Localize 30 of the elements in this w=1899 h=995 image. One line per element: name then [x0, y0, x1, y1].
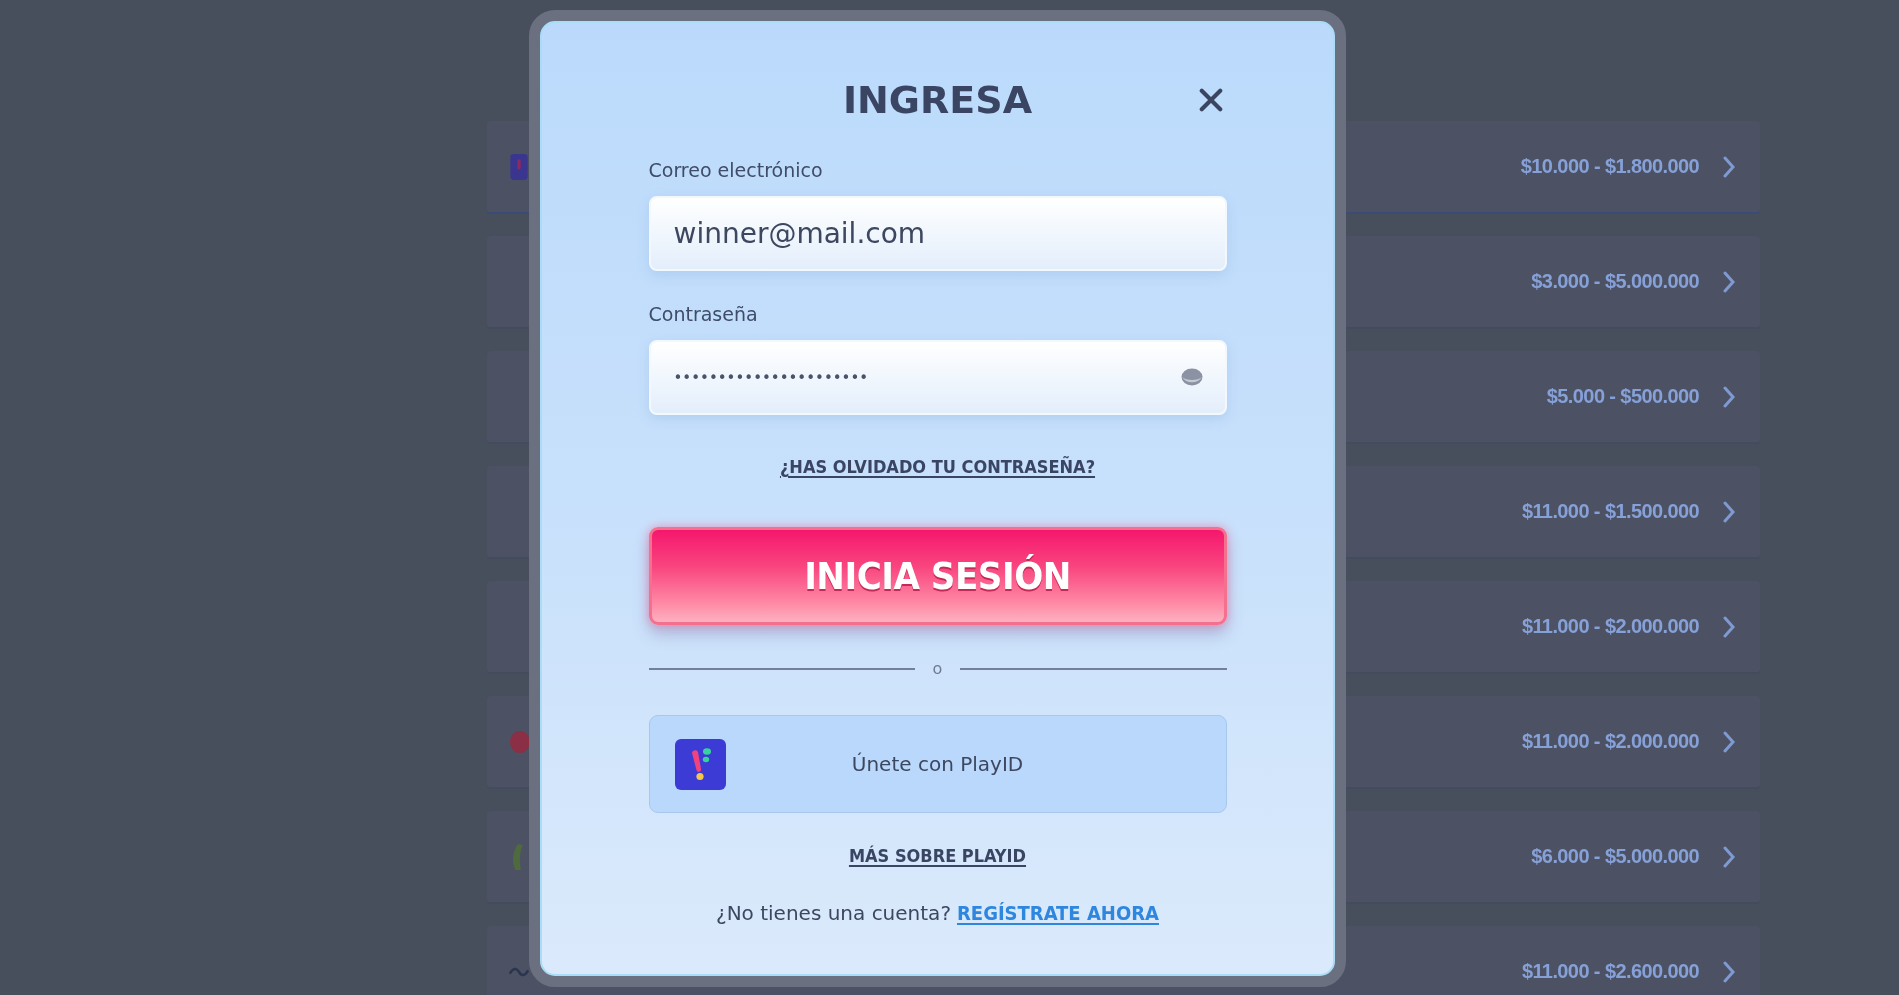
price-range: $11.000 - $2.000.000: [1521, 615, 1699, 638]
password-field[interactable]: ••••••••••••••••••••••: [648, 340, 1227, 415]
logo-tile-icon: [509, 153, 529, 180]
price-range: $10.000 - $1.800.000: [1520, 155, 1699, 178]
dialog-title: INGRESA: [842, 77, 1033, 124]
price-range: $11.000 - $2.600.000: [1521, 960, 1699, 983]
chevron-right-icon: [1723, 385, 1735, 408]
separator-text: o: [932, 659, 943, 679]
chevron-right-icon: [1723, 960, 1735, 983]
eye-icon[interactable]: [1180, 368, 1203, 386]
chevron-right-icon: [1723, 730, 1735, 753]
password-label: Contraseña: [648, 302, 759, 326]
price-range: $6.000 - $5.000.000: [1531, 845, 1699, 868]
price-range: $11.000 - $2.000.000: [1521, 730, 1699, 753]
email-label: Correo electrónico: [648, 158, 824, 182]
price-range: $11.000 - $1.500.000: [1521, 500, 1699, 523]
exclamation-logo-icon: [674, 738, 726, 790]
signup-prompt: ¿No tienes una cuenta?: [716, 900, 951, 926]
forgot-password-link[interactable]: ¿HAS OLVIDADO TU CONTRASEÑA?: [779, 454, 1096, 480]
email-field[interactable]: winner@mail.com: [648, 196, 1227, 271]
chevron-right-icon: [1723, 845, 1735, 868]
playid-button[interactable]: Únete con PlayID: [648, 715, 1227, 813]
price-range: $3.000 - $5.000.000: [1531, 270, 1699, 293]
chevron-right-icon: [1723, 615, 1735, 638]
chevron-right-icon: [1723, 270, 1735, 293]
price-range: $5.000 - $500.000: [1546, 385, 1699, 408]
more-about-link[interactable]: MÁS SOBRE PLAYID: [848, 843, 1027, 869]
chevron-right-icon: [1723, 500, 1735, 523]
close-icon[interactable]: [1198, 88, 1223, 112]
chevron-right-icon: [1723, 155, 1735, 178]
